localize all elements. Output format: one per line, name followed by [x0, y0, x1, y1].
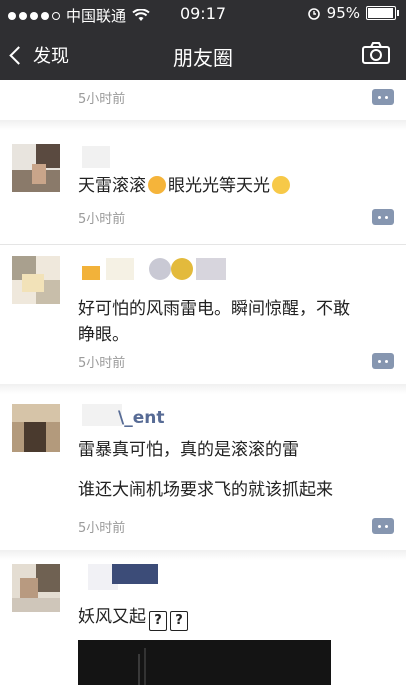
post-text-line: 谁还大闹机场要求飞的就该抓起来 — [78, 480, 333, 500]
unsupported-emoji-icon: ? — [170, 611, 188, 631]
post-text: 好可怕的风雨雷电。瞬间惊醒，不敢 睁眼。 — [78, 296, 388, 348]
post-text-main: 妖风又起 — [78, 607, 146, 627]
comment-icon[interactable] — [372, 353, 394, 369]
post-text-line: 睁眼。 — [78, 325, 129, 345]
avatar-image — [12, 144, 60, 192]
moments-feed[interactable]: 5小时前 天雷滚滚 眼光光等天光 5小时前 好可怕的风雨雷电。瞬间惊醒，不敢 睁… — [0, 80, 406, 685]
avatar-image — [12, 404, 60, 452]
post-divider — [0, 550, 406, 560]
comment-icon[interactable] — [372, 89, 394, 105]
post-time: 5小时前 — [78, 92, 126, 107]
avatar-image — [12, 256, 60, 304]
grin-emoji-icon — [272, 176, 290, 194]
post-text-part: 天雷滚滚 — [78, 176, 146, 196]
name-blurred — [82, 146, 110, 168]
avatar[interactable] — [12, 564, 60, 612]
user-name[interactable]: \_ent — [118, 408, 164, 428]
post-text-line: 雷暴真可怕，真的是滚滚的雷 — [78, 440, 299, 460]
camera-icon[interactable] — [362, 42, 390, 64]
post-divider — [0, 244, 406, 245]
nav-bar: 发现 朋友圈 — [0, 28, 406, 80]
post-text-line: 好可怕的风雨雷电。瞬间惊醒，不敢 — [78, 299, 350, 319]
post-time: 5小时前 — [78, 212, 126, 227]
comment-icon[interactable] — [372, 518, 394, 534]
name-blurred — [88, 564, 158, 590]
name-blurred — [80, 256, 230, 280]
unsupported-emoji-icon: ? — [149, 611, 167, 631]
post-text: 雷暴真可怕，真的是滚滚的雷 谁还大闹机场要求飞的就该抓起来 — [78, 437, 388, 503]
status-right: 95% — [307, 4, 399, 22]
photo-image — [78, 640, 331, 685]
post-divider — [0, 384, 406, 394]
post-text-part: 眼光光等天光 — [168, 176, 270, 196]
scream-emoji-icon — [148, 176, 166, 194]
post-text: 天雷滚滚 眼光光等天光 — [78, 173, 388, 199]
post-time: 5小时前 — [78, 521, 126, 536]
post-text: 妖风又起?? — [78, 604, 388, 631]
avatar[interactable] — [12, 404, 60, 452]
page-title: 朋友圈 — [173, 46, 233, 70]
avatar[interactable] — [12, 144, 60, 192]
post-photo[interactable] — [78, 640, 331, 685]
post-time: 5小时前 — [78, 356, 126, 371]
name-blurred — [82, 404, 122, 426]
avatar[interactable] — [12, 256, 60, 304]
avatar-image — [12, 564, 60, 612]
post-divider — [0, 120, 406, 130]
comment-icon[interactable] — [372, 209, 394, 225]
status-bar: 中国联通 09:17 95% — [0, 0, 406, 28]
battery-percent: 95% — [326, 4, 360, 22]
battery-icon — [366, 6, 399, 20]
alarm-icon — [307, 8, 320, 20]
